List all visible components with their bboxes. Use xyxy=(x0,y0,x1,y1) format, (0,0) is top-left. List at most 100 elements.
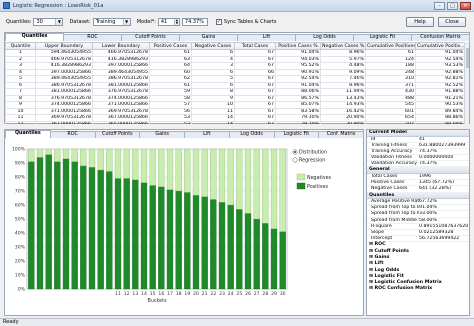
bottom-tab-conf-matrix[interactable]: Conf. Matrix xyxy=(318,131,364,138)
regression-radio[interactable] xyxy=(292,157,298,163)
bottom-tab-gains[interactable]: Gains xyxy=(139,131,185,138)
top-tab-log-odds[interactable]: Log Odds xyxy=(295,34,354,41)
column-header[interactable]: Upper Boundary xyxy=(35,42,93,50)
bar-positives xyxy=(36,157,44,290)
collapsed-section[interactable]: ⊞ ROC Confusion Matrix xyxy=(367,286,469,292)
bar-negatives xyxy=(123,148,130,179)
minimize-icon[interactable]: – xyxy=(434,1,445,10)
close-icon[interactable]: ✕ xyxy=(460,1,471,10)
app-icon xyxy=(3,2,10,9)
scrollbar-thumb[interactable] xyxy=(466,48,469,68)
legend-swatch-positives xyxy=(296,182,306,190)
bar-positives xyxy=(218,202,226,290)
close-button[interactable]: Close xyxy=(438,16,466,27)
quantiles-value: 30 xyxy=(36,18,43,25)
top-tab-logistic-fit[interactable]: Logistic Fit xyxy=(353,34,412,41)
bar-positives xyxy=(54,161,61,290)
bottom-tab-log-odds[interactable]: Log Odds xyxy=(228,131,275,138)
maximize-icon[interactable]: □ xyxy=(447,1,458,10)
legend-label-positives: Positives xyxy=(307,184,328,190)
top-tabstrip: Quantiles ROC Cutoff Points Gains Lift Log Od… xyxy=(5,33,470,41)
property-key: Spread from Top to Middl xyxy=(371,211,419,217)
top-tab-confusion-matrix[interactable]: Confusion Matrix xyxy=(411,34,470,41)
column-header[interactable]: Quantile xyxy=(5,42,36,50)
bar-positives xyxy=(166,189,174,290)
bottom-tab-lift[interactable]: Lift xyxy=(184,131,230,138)
chart-panel: Quantiles ROC Cutoff Points Gains Lift Log Od… xyxy=(4,129,364,316)
y-tick-label: 70% xyxy=(15,189,26,195)
bar-negatives xyxy=(28,148,35,162)
property-value: 41 xyxy=(419,136,425,142)
x-tick-label: 14 xyxy=(141,291,147,297)
bottom-tab-logistic-fit[interactable]: Logistic Fit xyxy=(273,131,320,138)
table-cell: 367.0000125866 xyxy=(35,120,93,124)
property-value: 0.0000000000 xyxy=(419,155,454,161)
column-header[interactable]: Cumulative Positives xyxy=(365,42,416,50)
table-scrollbar[interactable] xyxy=(464,42,469,124)
top-tab-lift[interactable]: Lift xyxy=(237,34,296,41)
bar-positives xyxy=(158,186,165,290)
x-tick-label: 11 xyxy=(115,291,121,297)
bar-positives xyxy=(149,185,156,290)
regression-label: Regression xyxy=(299,158,325,164)
chevron-down-icon[interactable]: ▼ xyxy=(55,18,63,25)
dataset-select[interactable]: Training ▼ xyxy=(92,17,131,26)
bar-positives xyxy=(262,222,269,290)
property-value: 1345 (67.72%) xyxy=(419,180,454,186)
column-header[interactable]: Negative Cases % xyxy=(320,42,366,50)
bottom-tab-roc[interactable]: ROC xyxy=(49,131,96,138)
x-tick-label: 16 xyxy=(158,291,164,297)
bar-negatives xyxy=(166,148,174,190)
bar-positives xyxy=(201,196,208,290)
toolbar: Quantiles: 30 ▼ Dataset: Training ▼ Mode… xyxy=(0,12,474,31)
y-tick-label: 20% xyxy=(15,259,26,265)
model-label: Model*: xyxy=(136,18,156,25)
model-info-panel: Current Model Id 41 Training Fitness 631.88… xyxy=(366,129,470,316)
bar-positives xyxy=(123,178,130,290)
top-tab-cutoff-points[interactable]: Cutoff Points xyxy=(121,34,180,41)
property-value: 74.37% xyxy=(419,161,437,167)
x-axis-label: Buckets xyxy=(148,298,167,304)
x-tick-label: 15 xyxy=(150,291,156,297)
chart-area: 0% 10% 20% 30% 40% 50% 60% 70% 80% 90% 100% 11 12 13 1… xyxy=(5,139,363,315)
top-tab-roc[interactable]: ROC xyxy=(63,34,122,41)
bar-negatives xyxy=(262,148,269,224)
bar-negatives xyxy=(210,148,217,200)
column-header[interactable]: Negative Cases xyxy=(191,42,235,50)
property-value: 33.00% xyxy=(419,211,437,217)
x-tick-label: 12 xyxy=(124,291,130,297)
property-value: 56.72563699422 xyxy=(419,236,460,242)
spinner-arrows-icon[interactable]: ▲ ▼ xyxy=(173,18,179,25)
x-tick-label: 18 xyxy=(176,291,182,297)
chevron-down-icon[interactable]: ▼ xyxy=(122,18,130,25)
bar-positives xyxy=(192,195,200,290)
top-tab-quantiles[interactable]: Quantiles xyxy=(5,33,64,41)
column-header[interactable]: Lower Boundary xyxy=(92,42,150,50)
status-bar: Ready xyxy=(0,318,474,326)
property-key: Id xyxy=(371,136,376,142)
bar-positives xyxy=(175,190,182,290)
x-tick-label: 20 xyxy=(193,291,199,297)
bar-positives xyxy=(210,199,217,290)
property-key: R-square xyxy=(371,223,392,229)
top-tab-gains[interactable]: Gains xyxy=(179,34,238,41)
table-cell: 12 xyxy=(5,120,36,124)
help-button[interactable]: Help xyxy=(406,16,434,27)
sync-checkbox[interactable]: ✓ xyxy=(215,18,222,25)
bottom-tab-cutoff-points[interactable]: Cutoff Points xyxy=(94,131,141,138)
property-value: 67.72% xyxy=(419,199,437,204)
column-header[interactable]: Positive Cases % xyxy=(275,42,321,50)
bar-positives xyxy=(28,161,35,290)
column-header[interactable]: Positive Cases xyxy=(149,42,192,50)
column-header[interactable]: Cumulative Positiv... xyxy=(415,42,465,50)
property-key: Slope xyxy=(371,229,385,235)
bar-negatives xyxy=(236,148,243,210)
table-row[interactable]: 12367.0000125866365.000012586653146779.1… xyxy=(5,120,465,124)
model-spinner[interactable]: 41 ▲ ▼ xyxy=(157,17,180,26)
bottom-tab-quantiles[interactable]: Quantiles xyxy=(5,130,51,138)
column-header[interactable]: Total Cases xyxy=(234,42,276,50)
quantiles-select[interactable]: 30 ▼ xyxy=(33,17,64,26)
bar-positives xyxy=(227,204,234,290)
table-cell: 20.90% xyxy=(320,120,366,124)
quantile-table-panel: Quantiles ROC Cutoff Points Gains Lift Log Od… xyxy=(4,32,470,124)
